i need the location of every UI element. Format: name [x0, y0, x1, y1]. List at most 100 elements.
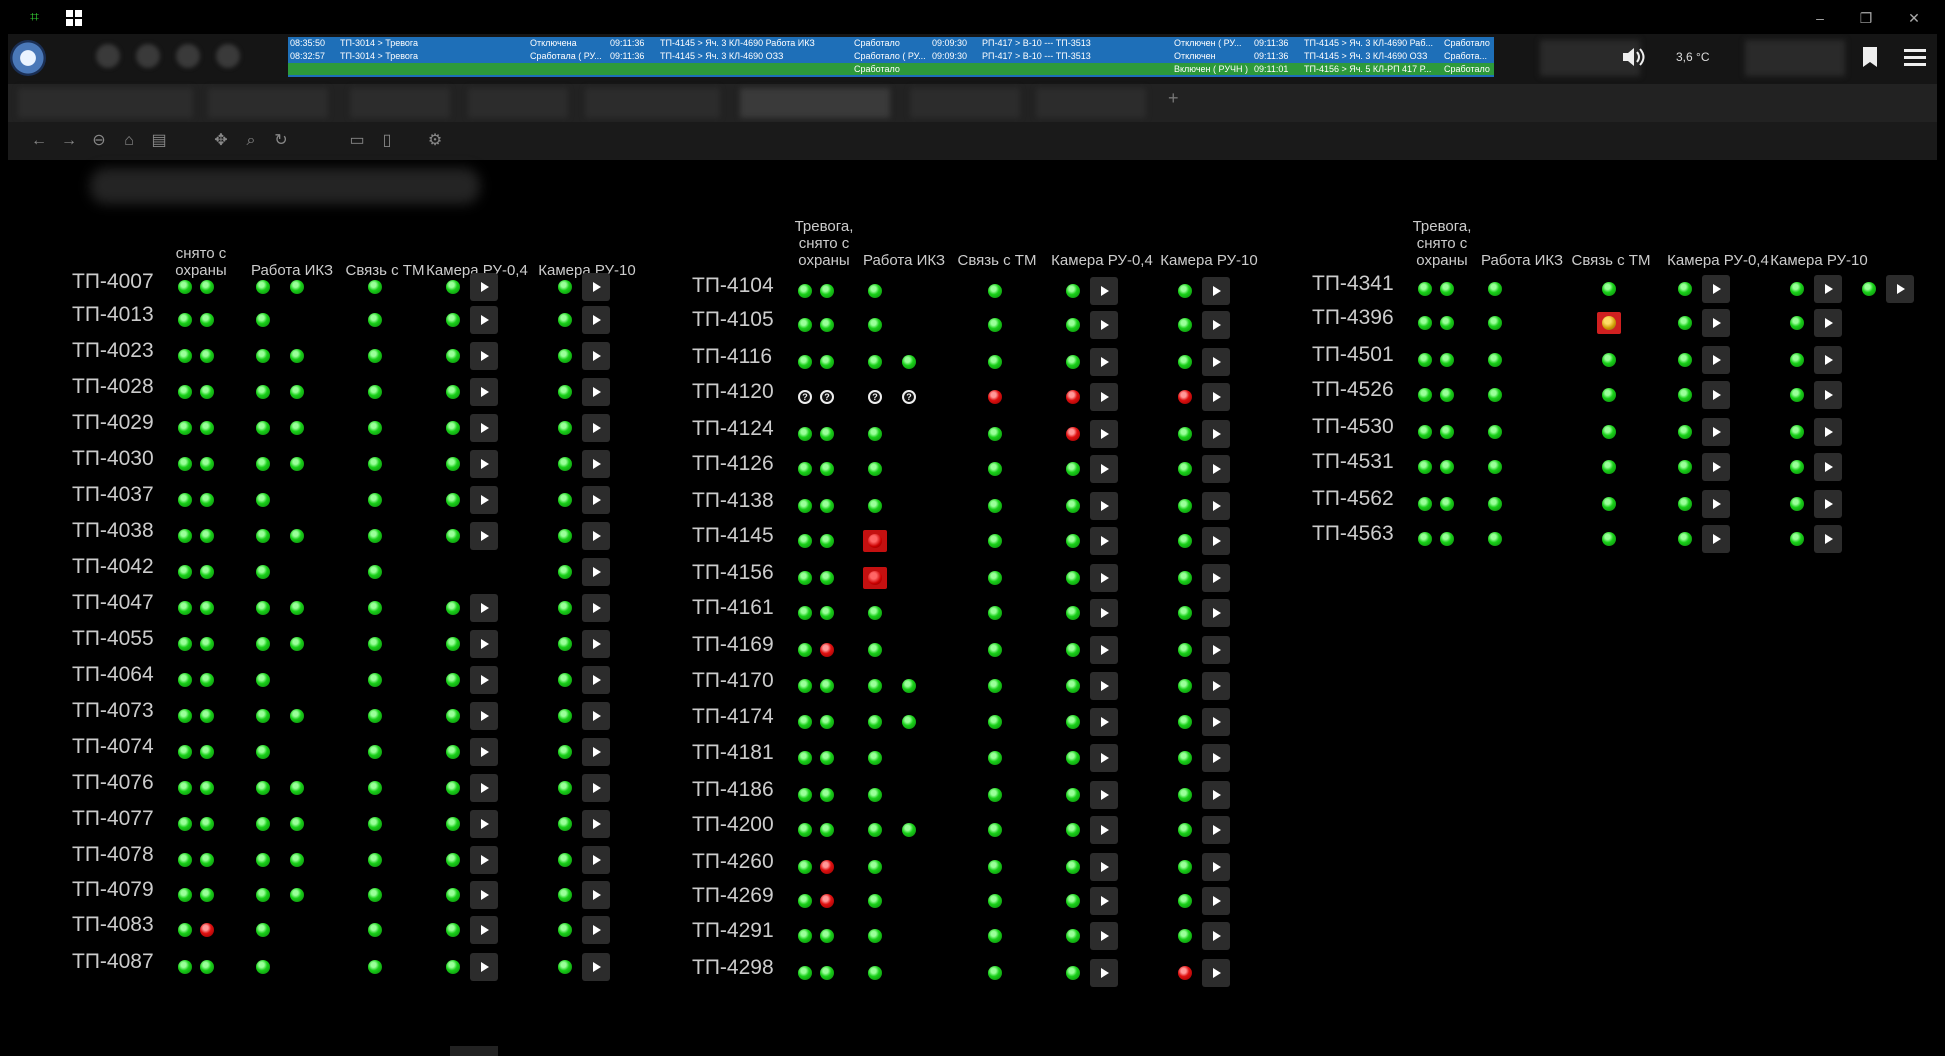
play-camera-button[interactable]: [582, 594, 610, 622]
save-icon[interactable]: ▤: [148, 130, 170, 152]
substation-label[interactable]: ТП-4298: [692, 956, 774, 980]
play-camera-button[interactable]: [1702, 381, 1730, 409]
toolbar-button[interactable]: [176, 44, 200, 68]
event-log-row[interactable]: Сработало Включен ( РУЧН ) 09:11:01 ТП-4156…: [288, 63, 1494, 75]
play-camera-button[interactable]: [582, 486, 610, 514]
play-camera-button[interactable]: [1814, 490, 1842, 518]
play-camera-button[interactable]: [1090, 455, 1118, 483]
substation-label[interactable]: ТП-4037: [72, 483, 154, 507]
substation-label[interactable]: ТП-4087: [72, 950, 154, 974]
substation-label[interactable]: ТП-4530: [1312, 415, 1394, 439]
substation-label[interactable]: ТП-4042: [72, 555, 154, 579]
play-camera-button[interactable]: [1090, 887, 1118, 915]
substation-label[interactable]: ТП-4291: [692, 919, 774, 943]
event-log[interactable]: 08:35:50 ТП-3014 > Тревога Отключена 09:11:…: [288, 37, 1494, 77]
play-camera-button[interactable]: [1702, 275, 1730, 303]
play-camera-button[interactable]: [1090, 744, 1118, 772]
play-camera-button[interactable]: [470, 306, 498, 334]
play-camera-button[interactable]: [582, 273, 610, 301]
play-camera-button[interactable]: [582, 810, 610, 838]
play-camera-button[interactable]: [1090, 636, 1118, 664]
toolbar-button[interactable]: [136, 44, 160, 68]
substation-label[interactable]: ТП-4526: [1312, 378, 1394, 402]
substation-label[interactable]: ТП-4170: [692, 669, 774, 693]
tab[interactable]: [1036, 88, 1146, 118]
play-camera-button[interactable]: [1886, 275, 1914, 303]
play-camera-button[interactable]: [1202, 744, 1230, 772]
substation-label[interactable]: ТП-4396: [1312, 306, 1394, 330]
substation-label[interactable]: ТП-4013: [72, 303, 154, 327]
zoom-icon[interactable]: ⌕: [240, 130, 262, 152]
play-camera-button[interactable]: [1090, 564, 1118, 592]
play-camera-button[interactable]: [470, 522, 498, 550]
play-camera-button[interactable]: [1202, 781, 1230, 809]
substation-label[interactable]: ТП-4116: [692, 345, 772, 369]
substation-label[interactable]: ТП-4181: [692, 741, 774, 765]
play-camera-button[interactable]: [1814, 275, 1842, 303]
play-camera-button[interactable]: [470, 630, 498, 658]
play-camera-button[interactable]: [1090, 853, 1118, 881]
forward-arrow-icon[interactable]: →: [58, 130, 80, 152]
play-camera-button[interactable]: [1090, 708, 1118, 736]
play-camera-button[interactable]: [470, 738, 498, 766]
play-camera-button[interactable]: [1202, 277, 1230, 305]
play-camera-button[interactable]: [582, 414, 610, 442]
play-camera-button[interactable]: [1090, 383, 1118, 411]
play-camera-button[interactable]: [1202, 564, 1230, 592]
substation-label[interactable]: ТП-4030: [72, 447, 154, 471]
hamburger-menu-icon[interactable]: [1904, 46, 1926, 68]
play-camera-button[interactable]: [1090, 922, 1118, 950]
substation-label[interactable]: ТП-4562: [1312, 487, 1394, 511]
tab[interactable]: [208, 88, 328, 118]
home-icon[interactable]: ⌂: [118, 130, 140, 152]
play-camera-button[interactable]: [1202, 311, 1230, 339]
substation-label[interactable]: ТП-4007: [72, 270, 154, 294]
substation-label[interactable]: ТП-4186: [692, 778, 774, 802]
event-log-row[interactable]: 08:35:50 ТП-3014 > Тревога Отключена 09:11:…: [288, 37, 1494, 49]
play-camera-button[interactable]: [582, 702, 610, 730]
play-camera-button[interactable]: [582, 558, 610, 586]
settings-icon[interactable]: ⚙: [424, 130, 446, 152]
minimize-button[interactable]: –: [1808, 8, 1832, 28]
play-camera-button[interactable]: [1090, 527, 1118, 555]
tab[interactable]: [910, 88, 1020, 118]
play-camera-button[interactable]: [1202, 816, 1230, 844]
play-camera-button[interactable]: [1202, 853, 1230, 881]
restore-button[interactable]: ❐: [1854, 8, 1878, 28]
play-camera-button[interactable]: [470, 702, 498, 730]
move-icon[interactable]: ✥: [210, 130, 232, 152]
play-camera-button[interactable]: [470, 342, 498, 370]
play-camera-button[interactable]: [582, 953, 610, 981]
play-camera-button[interactable]: [582, 881, 610, 909]
app-logo-icon[interactable]: [10, 40, 46, 76]
play-camera-button[interactable]: [1814, 453, 1842, 481]
play-camera-button[interactable]: [582, 846, 610, 874]
substation-label[interactable]: ТП-4023: [72, 339, 154, 363]
grid-apps-icon[interactable]: [66, 10, 82, 26]
play-camera-button[interactable]: [470, 953, 498, 981]
play-camera-button[interactable]: [470, 916, 498, 944]
zoom-out-icon[interactable]: ⊖: [88, 130, 110, 152]
substation-label[interactable]: ТП-4105: [692, 308, 774, 332]
play-camera-button[interactable]: [1814, 381, 1842, 409]
play-camera-button[interactable]: [470, 450, 498, 478]
play-camera-button[interactable]: [1814, 346, 1842, 374]
play-camera-button[interactable]: [1202, 420, 1230, 448]
play-camera-button[interactable]: [470, 774, 498, 802]
play-camera-button[interactable]: [1202, 455, 1230, 483]
play-camera-button[interactable]: [582, 774, 610, 802]
play-camera-button[interactable]: [1702, 346, 1730, 374]
play-camera-button[interactable]: [582, 450, 610, 478]
play-camera-button[interactable]: [1202, 527, 1230, 555]
substation-label[interactable]: ТП-4038: [72, 519, 154, 543]
play-camera-button[interactable]: [582, 342, 610, 370]
play-camera-button[interactable]: [1702, 453, 1730, 481]
play-camera-button[interactable]: [470, 666, 498, 694]
play-camera-button[interactable]: [582, 522, 610, 550]
substation-label[interactable]: ТП-4079: [72, 878, 154, 902]
play-camera-button[interactable]: [1202, 492, 1230, 520]
substation-label[interactable]: ТП-4531: [1312, 450, 1394, 474]
substation-label[interactable]: ТП-4029: [72, 411, 154, 435]
play-camera-button[interactable]: [1202, 959, 1230, 987]
network-icon[interactable]: ⌗: [30, 9, 44, 27]
